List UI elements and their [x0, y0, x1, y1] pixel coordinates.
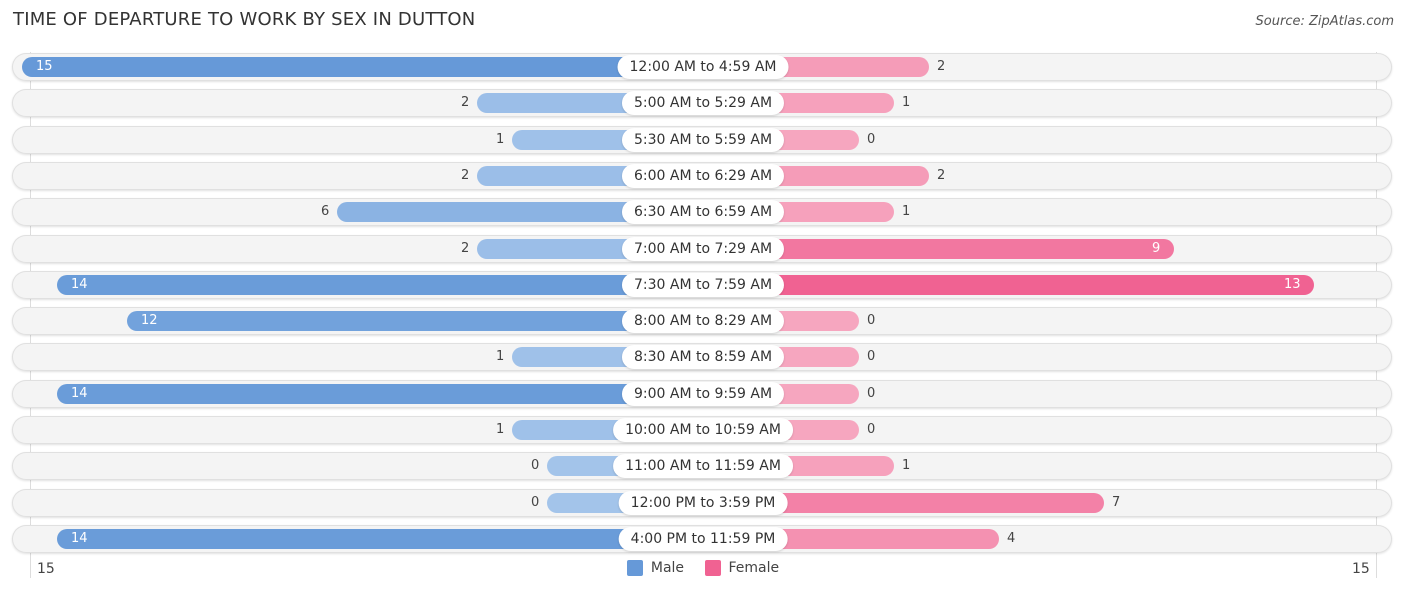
- value-label-female: 7: [1112, 494, 1121, 510]
- value-label-female: 0: [867, 422, 876, 437]
- bar-male[interactable]: [57, 274, 703, 295]
- value-label-male: 12: [141, 313, 158, 329]
- value-label-male: 1: [496, 131, 505, 147]
- value-label-female: 0: [867, 385, 876, 401]
- legend-swatch-female: [704, 560, 721, 576]
- category-label: 8:30 AM to 8:59 AM: [621, 345, 785, 370]
- value-label-female: 0: [867, 313, 876, 329]
- category-label: 5:30 AM to 5:59 AM: [621, 127, 785, 152]
- value-label-female: 1: [902, 458, 911, 474]
- value-label-female: 4: [1007, 530, 1016, 546]
- value-label-male: 14: [71, 385, 88, 401]
- legend-label-female: Female: [728, 560, 780, 576]
- legend: Male Female: [0, 560, 1406, 580]
- category-label: 4:00 PM to 11:59 PM: [618, 526, 788, 551]
- value-label-female: 2: [937, 59, 946, 74]
- category-label: 6:30 AM to 6:59 AM: [621, 200, 785, 225]
- value-label-female: 9: [1152, 240, 1161, 256]
- bar-male[interactable]: [57, 383, 703, 404]
- chart-plot-area: 15 2 12:00 AM to 4:59 AM 2 1 5:00 AM to 5:29 …: [0, 0, 1406, 594]
- value-label-male: 1: [496, 422, 505, 437]
- value-label-female: 2: [937, 167, 946, 183]
- category-label: 5:00 AM to 5:29 AM: [621, 91, 785, 116]
- category-label: 11:00 AM to 11:59 AM: [613, 454, 793, 479]
- category-label: 8:00 AM to 8:29 AM: [621, 309, 785, 334]
- value-label-female: 13: [1284, 276, 1301, 292]
- value-label-female: 0: [867, 131, 876, 147]
- legend-item-male[interactable]: Male: [626, 560, 685, 576]
- value-label-male: 1: [496, 349, 505, 365]
- bar-male[interactable]: [127, 311, 703, 332]
- value-label-male: 14: [71, 276, 88, 292]
- value-label-female: 0: [867, 349, 876, 365]
- value-label-male: 0: [531, 458, 540, 474]
- category-label: 9:00 AM to 9:59 AM: [621, 381, 785, 406]
- value-label-male: 14: [71, 530, 88, 546]
- category-label: 6:00 AM to 6:29 AM: [621, 163, 785, 188]
- value-label-male: 0: [531, 494, 540, 510]
- category-label: 7:00 AM to 7:29 AM: [621, 236, 785, 261]
- category-label: 7:30 AM to 7:59 AM: [621, 272, 785, 297]
- value-label-male: 2: [461, 95, 470, 111]
- value-label-female: 1: [902, 95, 911, 111]
- value-label-male: 6: [321, 204, 330, 220]
- bar-male[interactable]: [57, 528, 703, 549]
- value-label-male: 15: [36, 59, 53, 74]
- category-label: 12:00 AM to 4:59 AM: [617, 55, 789, 79]
- value-label-female: 1: [902, 204, 911, 220]
- legend-item-female[interactable]: Female: [704, 560, 780, 576]
- value-label-male: 2: [461, 167, 470, 183]
- bar-female[interactable]: [703, 274, 1314, 295]
- value-label-male: 2: [461, 240, 470, 256]
- category-label: 10:00 AM to 10:59 AM: [613, 418, 793, 442]
- legend-label-male: Male: [650, 560, 685, 576]
- category-label: 12:00 PM to 3:59 PM: [618, 490, 788, 515]
- legend-swatch-male: [626, 560, 643, 576]
- bar-male[interactable]: [22, 57, 703, 77]
